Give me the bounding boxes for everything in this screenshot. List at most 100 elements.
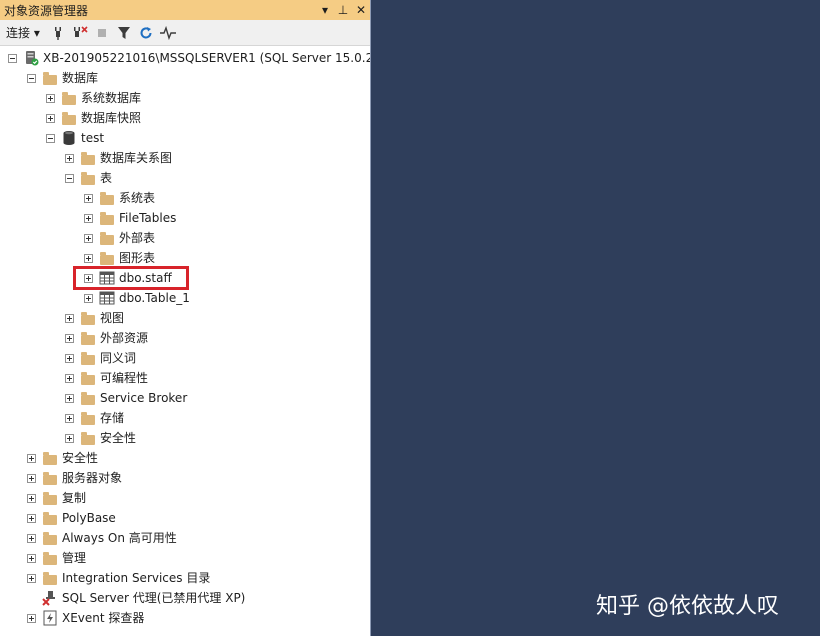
tree-node-label: 数据库 (62, 71, 99, 85)
expand-icon[interactable] (27, 453, 36, 463)
tree-node[interactable]: 数据库快照 (46, 108, 141, 128)
table-icon (99, 290, 115, 306)
tree-node[interactable]: 复制 (27, 488, 86, 508)
tree-node-label: 复制 (62, 491, 87, 505)
collapse-icon[interactable] (27, 73, 36, 83)
tree-node[interactable]: 同义词 (65, 348, 136, 368)
folder-icon (80, 350, 96, 366)
expand-icon[interactable] (27, 553, 36, 563)
folder-icon (42, 510, 58, 526)
tree-node[interactable]: 安全性 (65, 428, 136, 448)
tree-node-label: 外部表 (119, 231, 156, 245)
tree-node[interactable]: test (46, 128, 104, 148)
tree-node-label: 视图 (100, 311, 125, 325)
tree-node[interactable]: dbo.Table_1 (84, 288, 190, 308)
expand-icon[interactable] (84, 193, 93, 203)
expand-icon[interactable] (27, 533, 36, 543)
folder-icon (42, 470, 58, 486)
folder-icon (61, 90, 77, 106)
connect-plug-icon[interactable] (48, 23, 68, 43)
expand-icon[interactable] (65, 433, 74, 443)
tree-node-label: 存储 (100, 411, 125, 425)
connect-button[interactable]: 连接 ▾ (6, 24, 40, 41)
tree-node[interactable]: 图形表 (84, 248, 155, 268)
folder-icon (80, 150, 96, 166)
folder-icon (42, 550, 58, 566)
tree-node[interactable]: Service Broker (65, 388, 187, 408)
expand-icon[interactable] (27, 613, 36, 623)
tree-node[interactable]: 安全性 (27, 448, 98, 468)
tree-node-label: Integration Services 目录 (62, 571, 211, 585)
tree-node-label: 表 (100, 171, 113, 185)
tree-node[interactable]: SQL Server 代理(已禁用代理 XP) (27, 588, 245, 608)
expand-icon[interactable] (84, 233, 93, 243)
tree-node[interactable]: 系统表 (84, 188, 155, 208)
refresh-icon[interactable] (136, 23, 156, 43)
expand-icon[interactable] (27, 573, 36, 583)
tree-node[interactable]: 存储 (65, 408, 124, 428)
database-icon (61, 130, 77, 146)
tree-node-label: Service Broker (100, 391, 188, 405)
expand-icon[interactable] (46, 93, 55, 103)
tree-node[interactable]: dbo.staff (84, 268, 172, 288)
table-icon (99, 270, 115, 286)
tree-node[interactable]: 数据库关系图 (65, 148, 172, 168)
folder-icon (42, 70, 58, 86)
expand-icon[interactable] (65, 313, 74, 323)
tree-node[interactable]: Integration Services 目录 (27, 568, 210, 588)
tree-node[interactable]: 视图 (65, 308, 124, 328)
expand-icon[interactable] (27, 513, 36, 523)
panel-title-bar: 对象资源管理器 ▾ ⊥ ✕ (0, 0, 370, 20)
tree-node[interactable]: PolyBase (27, 508, 116, 528)
tree-node[interactable]: XB-201905221016\MSSQLSERVER1 (SQL Server… (8, 48, 371, 68)
collapse-icon[interactable] (65, 173, 74, 183)
activity-monitor-icon[interactable] (158, 23, 178, 43)
explorer-toolbar: 连接 ▾ (0, 20, 370, 46)
tree-node[interactable]: FileTables (84, 208, 176, 228)
tree-node[interactable]: 表 (65, 168, 112, 188)
expand-icon[interactable] (65, 413, 74, 423)
object-explorer-panel: 对象资源管理器 ▾ ⊥ ✕ 连接 ▾ XB-201905221016\MSSQL… (0, 0, 371, 636)
server-icon (23, 50, 39, 66)
expand-icon[interactable] (84, 213, 93, 223)
tree-node[interactable]: 外部资源 (65, 328, 148, 348)
agent-disabled-icon (42, 590, 58, 606)
collapse-icon[interactable] (8, 53, 17, 63)
panel-title: 对象资源管理器 (4, 3, 89, 18)
close-icon[interactable]: ✕ (352, 3, 370, 17)
tree-node[interactable]: 管理 (27, 548, 86, 568)
expand-icon[interactable] (65, 393, 74, 403)
expand-icon[interactable] (65, 373, 74, 383)
tree-node-label: 图形表 (119, 251, 156, 265)
expand-icon[interactable] (46, 113, 55, 123)
expand-icon[interactable] (84, 273, 93, 283)
tree-node[interactable]: 可编程性 (65, 368, 148, 388)
tree-node-label: XB-201905221016\MSSQLSERVER1 (SQL Server… (43, 51, 371, 65)
pin-icon[interactable]: ⊥ (334, 3, 352, 17)
disconnect-icon[interactable] (70, 23, 90, 43)
tree-node-label: SQL Server 代理(已禁用代理 XP) (62, 591, 246, 605)
tree-node[interactable]: 服务器对象 (27, 468, 122, 488)
tree-node-label: 可编程性 (100, 371, 149, 385)
expand-icon[interactable] (65, 353, 74, 363)
tree-node[interactable]: 数据库 (27, 68, 98, 88)
folder-icon (80, 410, 96, 426)
filter-icon[interactable] (114, 23, 134, 43)
folder-icon (99, 250, 115, 266)
expand-icon[interactable] (27, 473, 36, 483)
tree-node-label: 安全性 (62, 451, 99, 465)
dropdown-icon[interactable]: ▾ (316, 3, 334, 17)
tree-node-label: Always On 高可用性 (62, 531, 177, 545)
expand-icon[interactable] (27, 493, 36, 503)
tree-node[interactable]: 系统数据库 (46, 88, 141, 108)
expand-icon[interactable] (84, 293, 93, 303)
expand-icon[interactable] (84, 253, 93, 263)
tree-node-label: 数据库快照 (81, 111, 142, 125)
tree-node[interactable]: Always On 高可用性 (27, 528, 177, 548)
tree-node[interactable]: XEvent 探查器 (27, 608, 144, 628)
collapse-icon[interactable] (46, 133, 55, 143)
tree-node[interactable]: 外部表 (84, 228, 155, 248)
expand-icon[interactable] (65, 153, 74, 163)
expand-icon[interactable] (65, 333, 74, 343)
stop-icon[interactable] (92, 23, 112, 43)
